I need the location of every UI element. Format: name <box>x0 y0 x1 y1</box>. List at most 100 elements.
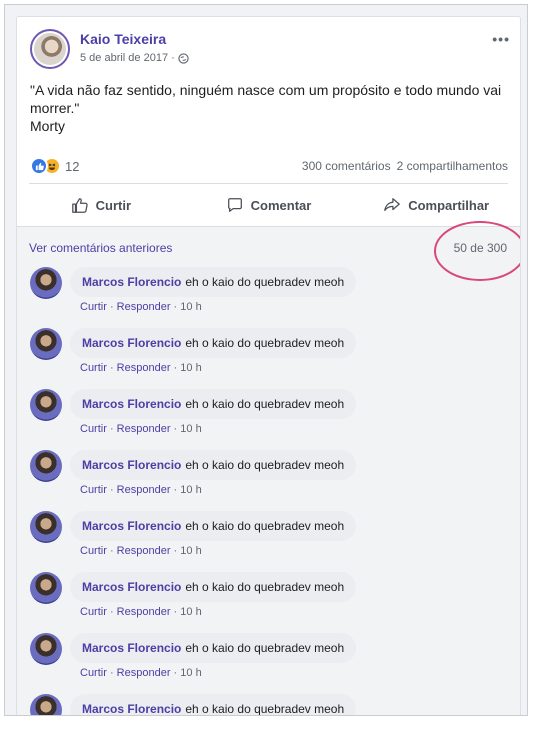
comment-item: Marcos Florencio eh o kaio do quebradev … <box>17 692 520 716</box>
comment-item: Marcos Florencio eh o kaio do quebradev … <box>17 265 520 326</box>
share-button[interactable]: Compartilhar <box>352 196 520 214</box>
comments-count[interactable]: 300 comentários <box>302 159 391 173</box>
comment-text: eh o kaio do quebradev meoh <box>185 702 345 716</box>
post-date[interactable]: 5 de abril de 2017 <box>80 52 168 64</box>
post-header: Kaio Teixeira 5 de abril de 2017 · ••• <box>17 17 520 69</box>
like-button[interactable]: Curtir <box>17 196 185 214</box>
commenter-avatar[interactable] <box>30 328 62 360</box>
commenter-name[interactable]: Marcos Florencio <box>82 458 181 472</box>
comment-actions: Curtir · Responder · 10 h <box>80 606 202 618</box>
post-text: "A vida não faz sentido, ninguém nasce c… <box>17 69 520 135</box>
commenter-avatar[interactable] <box>30 694 62 715</box>
page-bottom <box>0 716 533 736</box>
comment-time: 10 h <box>180 301 202 313</box>
comment-reply-link[interactable]: Responder <box>117 362 171 374</box>
comment-reply-link[interactable]: Responder <box>117 545 171 557</box>
commenter-name[interactable]: Marcos Florencio <box>82 702 181 715</box>
comment-reply-link[interactable]: Responder <box>117 667 171 679</box>
comment-item: Marcos Florencio eh o kaio do quebradev … <box>17 631 520 692</box>
post-meta: 5 de abril de 2017 · <box>80 52 189 64</box>
comment-like-link[interactable]: Curtir <box>80 423 107 435</box>
comment-bubble: Marcos Florencio eh o kaio do quebradev … <box>70 328 357 358</box>
comment-actions: Curtir · Responder · 10 h <box>80 301 202 313</box>
reactions[interactable]: 12 <box>30 157 79 175</box>
comment-text: eh o kaio do quebradev meoh <box>185 580 345 594</box>
comment-text: eh o kaio do quebradev meoh <box>185 275 345 289</box>
view-previous-comments-link[interactable]: Ver comentários anteriores <box>29 241 172 255</box>
share-button-label: Compartilhar <box>408 197 490 213</box>
commenter-avatar[interactable] <box>30 267 62 299</box>
commenter-name[interactable]: Marcos Florencio <box>82 641 181 655</box>
comment-reply-link[interactable]: Responder <box>117 423 171 435</box>
comment-item: Marcos Florencio eh o kaio do quebradev … <box>17 509 520 570</box>
commenter-name[interactable]: Marcos Florencio <box>82 275 181 289</box>
comment-bubble: Marcos Florencio eh o kaio do quebradev … <box>70 511 357 541</box>
comment-bubble: Marcos Florencio eh o kaio do quebradev … <box>70 267 357 297</box>
commenter-name[interactable]: Marcos Florencio <box>82 519 181 533</box>
comments-section: Ver comentários anteriores 50 de 300 Mar… <box>17 221 520 716</box>
page-frame: Kaio Teixeira 5 de abril de 2017 · ••• "… <box>4 4 528 716</box>
commenter-avatar[interactable] <box>30 450 62 482</box>
comment-bubble: Marcos Florencio eh o kaio do quebradev … <box>70 389 357 419</box>
comment-text: eh o kaio do quebradev meoh <box>185 641 345 655</box>
author-avatar[interactable] <box>30 29 70 69</box>
comment-button-label: Comentar <box>250 197 312 213</box>
post-text-line: morrer." <box>30 100 80 116</box>
comment-reply-link[interactable]: Responder <box>117 484 171 496</box>
commenter-avatar[interactable] <box>30 389 62 421</box>
comment-icon <box>227 198 242 212</box>
comment-like-link[interactable]: Curtir <box>80 301 107 313</box>
comment-like-link[interactable]: Curtir <box>80 667 107 679</box>
commenter-name[interactable]: Marcos Florencio <box>82 580 181 594</box>
comments-header: Ver comentários anteriores 50 de 300 <box>17 221 520 281</box>
post-text-line: Morty <box>30 118 65 134</box>
comment-text: eh o kaio do quebradev meoh <box>185 519 345 533</box>
comment-actions: Curtir · Responder · 10 h <box>80 545 202 557</box>
meta-separator: · <box>171 52 175 64</box>
post-actions: Curtir Comentar Compartilhar <box>17 184 520 226</box>
share-icon <box>384 198 401 212</box>
comment-like-link[interactable]: Curtir <box>80 545 107 557</box>
commenter-avatar[interactable] <box>30 633 62 665</box>
comment-button[interactable]: Comentar <box>185 196 353 214</box>
reaction-count: 12 <box>65 158 80 174</box>
comment-reply-link[interactable]: Responder <box>117 606 171 618</box>
comment-text: eh o kaio do quebradev meoh <box>185 336 345 350</box>
commenter-avatar[interactable] <box>30 572 62 604</box>
comment-bubble: Marcos Florencio eh o kaio do quebradev … <box>70 572 357 602</box>
comment-bubble: Marcos Florencio eh o kaio do quebradev … <box>70 694 357 716</box>
comment-item: Marcos Florencio eh o kaio do quebradev … <box>17 387 520 448</box>
globe-icon <box>178 52 189 64</box>
like-icon <box>30 157 48 175</box>
comment-time: 10 h <box>180 423 202 435</box>
post-text-line: "A vida não faz sentido, ninguém nasce c… <box>30 82 502 98</box>
comment-time: 10 h <box>180 484 202 496</box>
comment-like-link[interactable]: Curtir <box>80 362 107 374</box>
comment-time: 10 h <box>180 667 202 679</box>
commenter-avatar[interactable] <box>30 511 62 543</box>
comment-actions: Curtir · Responder · 10 h <box>80 362 202 374</box>
shares-count[interactable]: 2 compartilhamentos <box>397 159 508 173</box>
author-name[interactable]: Kaio Teixeira <box>80 31 166 47</box>
post-card: Kaio Teixeira 5 de abril de 2017 · ••• "… <box>16 16 521 716</box>
comment-text: eh o kaio do quebradev meoh <box>185 458 345 472</box>
comment-time: 10 h <box>180 545 202 557</box>
comment-actions: Curtir · Responder · 10 h <box>80 423 202 435</box>
comment-text: eh o kaio do quebradev meoh <box>185 397 345 411</box>
commenter-name[interactable]: Marcos Florencio <box>82 336 181 350</box>
comment-item: Marcos Florencio eh o kaio do quebradev … <box>17 448 520 509</box>
comment-time: 10 h <box>180 362 202 374</box>
more-options-icon[interactable]: ••• <box>492 31 510 47</box>
comment-like-link[interactable]: Curtir <box>80 484 107 496</box>
post-stats: 12 300 comentários 2 compartilhamentos <box>17 147 520 183</box>
comment-actions: Curtir · Responder · 10 h <box>80 484 202 496</box>
commenter-name[interactable]: Marcos Florencio <box>82 397 181 411</box>
like-button-label: Curtir <box>95 197 132 213</box>
engagement-counts: 300 comentários 2 compartilhamentos <box>302 159 508 173</box>
comment-bubble: Marcos Florencio eh o kaio do quebradev … <box>70 450 357 480</box>
comments-list: Marcos Florencio eh o kaio do quebradev … <box>17 265 520 716</box>
comment-reply-link[interactable]: Responder <box>117 301 171 313</box>
comment-like-link[interactable]: Curtir <box>80 606 107 618</box>
comment-bubble: Marcos Florencio eh o kaio do quebradev … <box>70 633 357 663</box>
comment-actions: Curtir · Responder · 10 h <box>80 667 202 679</box>
